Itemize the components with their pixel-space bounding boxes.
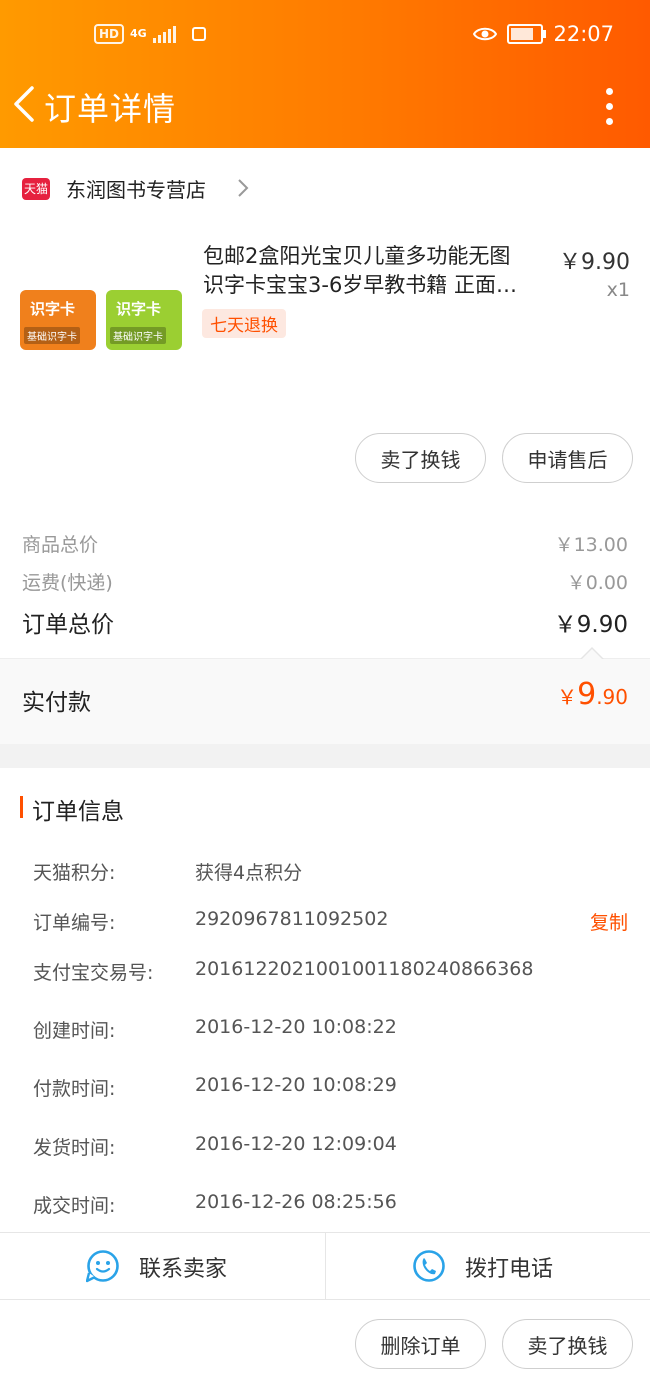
info-key: 订单编号: [33, 912, 116, 934]
clock: 22:07 [553, 22, 614, 46]
phone-icon [413, 1250, 445, 1282]
order-info-title: 订单信息 [32, 799, 124, 825]
product-quantity: x1 [606, 279, 630, 301]
thumb-sub: 基础识字卡 [110, 327, 166, 344]
info-row-points: 天猫积分: 获得4点积分 [0, 858, 650, 888]
info-value: 获得4点积分 [195, 862, 303, 884]
store-row[interactable]: 天猫 东润图书专营店 [0, 160, 650, 216]
info-key: 成交时间: [33, 1195, 116, 1217]
info-row-completed: 成交时间: 2016-12-26 08:25:56 [0, 1191, 650, 1221]
paid-label: 实付款 [22, 690, 91, 716]
product-title-line1: 包邮2盒阳光宝贝儿童多功能无图 [203, 244, 511, 268]
battery-icon [507, 24, 547, 44]
info-value: 2016-12-26 08:25:56 [195, 1191, 397, 1213]
order-total-label: 订单总价 [22, 612, 114, 638]
info-value: 2016-12-20 10:08:29 [195, 1074, 397, 1096]
sell-button[interactable]: 卖了换钱 [355, 433, 486, 483]
after-sale-button[interactable]: 申请售后 [502, 433, 633, 483]
network-type: 4G [130, 27, 147, 40]
product-title-line2: 识字卡宝宝3-6岁早教书籍 正面… [203, 273, 517, 297]
status-right: 22:07 [473, 22, 614, 46]
return-policy-tag: 七天退换 [202, 309, 286, 338]
chat-face-icon [86, 1250, 119, 1283]
info-row-alipay-number: 支付宝交易号: 2016122021001001180240866368 [0, 958, 650, 988]
info-row-shipped: 发货时间: 2016-12-20 12:09:04 [0, 1133, 650, 1163]
section-divider [0, 744, 650, 768]
section-accent-bar [20, 796, 23, 818]
hd-badge: HD [94, 24, 125, 44]
info-row-created: 创建时间: 2016-12-20 10:08:22 [0, 1016, 650, 1046]
delete-order-button[interactable]: 删除订单 [355, 1319, 486, 1369]
store-name[interactable]: 东润图书专营店 [66, 174, 206, 203]
call-button[interactable]: 拨打电话 [325, 1233, 650, 1299]
thumb-box-green: 识字卡 基础识字卡 [106, 290, 182, 350]
info-value: 2016122021001001180240866368 [195, 958, 534, 980]
contact-seller-button[interactable]: 联系卖家 [0, 1233, 324, 1299]
info-key: 支付宝交易号: [33, 962, 154, 984]
more-menu-icon[interactable] [604, 88, 614, 125]
product-thumbnail[interactable]: 识字卡 基础识字卡 识字卡 基础识字卡 [20, 290, 182, 350]
info-row-order-number: 订单编号: 2920967811092502 复制 [0, 908, 650, 938]
thumb-label: 识字卡 [116, 300, 162, 318]
tmall-logo-icon: 天猫 [22, 178, 50, 200]
paid-integer: 9 [577, 677, 597, 712]
paid-amount-row: 实付款 ￥9.90 [0, 647, 650, 745]
bottom-bar: 联系卖家 拨打电话 删除订单 卖了换钱 [0, 1232, 650, 1391]
info-value: 2016-12-20 12:09:04 [195, 1133, 397, 1155]
eye-icon [473, 27, 498, 41]
info-value: 2920967811092502 [195, 908, 389, 930]
contact-seller-label: 联系卖家 [139, 1257, 228, 1282]
info-row-paid: 付款时间: 2016-12-20 10:08:29 [0, 1074, 650, 1104]
goods-total-label: 商品总价 [22, 534, 99, 556]
info-key: 创建时间: [33, 1020, 116, 1042]
sell-button-bottom[interactable]: 卖了换钱 [502, 1319, 633, 1369]
info-key: 付款时间: [33, 1078, 116, 1100]
copy-button[interactable]: 复制 [590, 908, 628, 935]
thumb-box-orange: 识字卡 基础识字卡 [20, 290, 96, 350]
signal-icon [152, 25, 176, 43]
thumb-sub: 基础识字卡 [24, 327, 80, 344]
status-left: HD 4G [94, 24, 206, 44]
paid-amount: ￥9.90 [557, 677, 628, 712]
bottom-divider [0, 1299, 650, 1300]
call-label: 拨打电话 [465, 1257, 554, 1282]
product-price: ￥9.90 [559, 250, 630, 275]
chevron-right-icon [238, 179, 249, 197]
page-title: 订单详情 [44, 90, 177, 128]
info-value: 2016-12-20 10:08:22 [195, 1016, 397, 1038]
shipping-label: 运费(快递) [22, 572, 113, 594]
product-title[interactable]: 包邮2盒阳光宝贝儿童多功能无图 识字卡宝宝3-6岁早教书籍 正面… [203, 242, 553, 300]
app-header: HD 4G 22:07 订单详情 [0, 0, 650, 148]
shipping-value: ￥0.00 [566, 572, 628, 594]
back-arrow-icon[interactable] [10, 84, 40, 124]
info-key: 发货时间: [33, 1137, 116, 1159]
thumb-label: 识字卡 [30, 300, 76, 318]
status-bar: HD 4G 22:07 [0, 22, 650, 54]
nav-bar: 订单详情 [0, 78, 650, 134]
paid-currency: ￥ [557, 685, 578, 709]
goods-total-value: ￥13.00 [554, 534, 628, 556]
paid-decimal: .90 [596, 685, 628, 709]
info-key: 天猫积分: [33, 862, 116, 884]
notification-icon [191, 27, 206, 41]
order-total-value: ￥9.90 [553, 612, 628, 638]
